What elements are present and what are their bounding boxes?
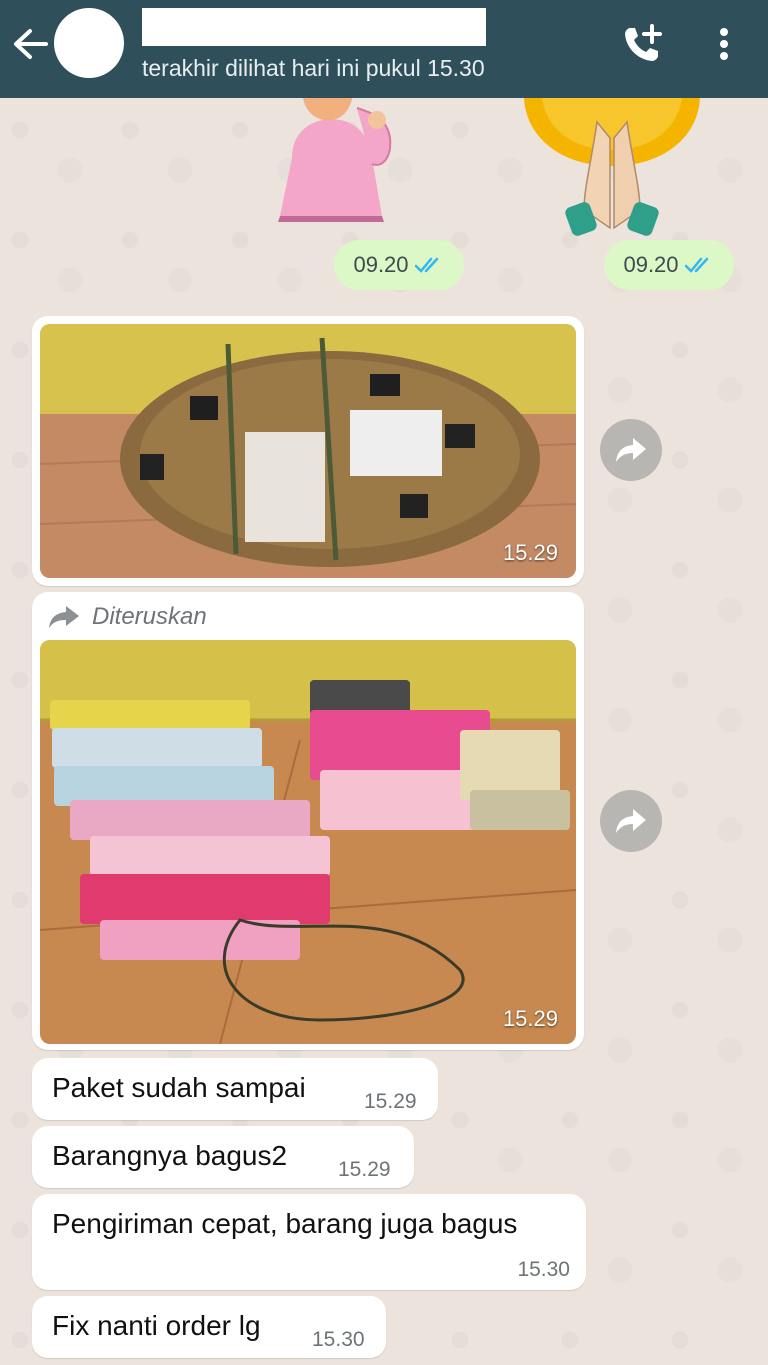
wrapped-package-image <box>40 324 576 578</box>
clothes-photo[interactable]: 15.29 <box>40 640 576 1044</box>
message-time: 15.30 <box>312 1328 365 1351</box>
message-time: 15.29 <box>338 1158 391 1181</box>
message-text: Fix nanti order lg <box>52 1310 261 1341</box>
add-call-icon <box>625 24 662 61</box>
text-message[interactable]: Barangnya bagus2 15.29 <box>32 1126 414 1188</box>
girl-hijab-sticker[interactable] <box>262 98 412 222</box>
message-text: Barangnya bagus2 <box>52 1140 288 1171</box>
back-arrow-icon <box>14 29 48 59</box>
message-time: 15.29 <box>364 1090 417 1113</box>
praying-emoji-sticker[interactable] <box>522 98 702 240</box>
text-message[interactable]: Pengiriman cepat, barang juga bagus 15.3… <box>32 1194 586 1290</box>
message-time: 09.20 <box>353 252 409 277</box>
double-check-icon <box>684 257 708 273</box>
forward-icon <box>49 606 79 628</box>
forward-button[interactable] <box>600 790 662 852</box>
message-time: 09.20 <box>623 252 679 277</box>
menu-button[interactable] <box>706 20 742 68</box>
message-time: 15.29 <box>502 540 558 565</box>
double-check-icon <box>414 257 438 273</box>
package-photo[interactable]: 15.29 <box>40 324 576 578</box>
forwarded-label: Diteruskan <box>92 603 207 630</box>
back-button[interactable] <box>10 26 50 62</box>
contact-avatar[interactable] <box>54 8 124 78</box>
forwarded-indicator: Diteruskan <box>48 602 207 632</box>
sticker-1-status: 09.20 <box>334 240 464 290</box>
last-seen-status: terakhir dilihat hari ini pukul 15.30 <box>142 55 485 81</box>
forward-icon <box>616 438 646 462</box>
forward-icon <box>616 809 646 833</box>
forward-button[interactable] <box>600 419 662 481</box>
photo-message-clothes[interactable]: Diteruskan 15.29 <box>32 592 584 1050</box>
more-vert-icon <box>720 28 728 60</box>
chat-header: terakhir dilihat hari ini pukul 15.30 <box>0 0 768 98</box>
clothes-stack-image <box>40 640 576 1044</box>
sticker-2-status: 09.20 <box>604 240 734 290</box>
add-call-button[interactable] <box>618 20 666 68</box>
text-message[interactable]: Paket sudah sampai 15.29 <box>32 1058 438 1120</box>
message-time: 15.30 <box>517 1258 570 1281</box>
photo-message-package[interactable]: 15.29 <box>32 316 584 586</box>
message-time: 15.29 <box>502 1006 558 1031</box>
message-text: Pengiriman cepat, barang juga bagus <box>52 1208 518 1239</box>
message-text: Paket sudah sampai <box>52 1072 306 1103</box>
contact-name[interactable] <box>142 8 486 46</box>
text-message[interactable]: Fix nanti order lg 15.30 <box>32 1296 386 1358</box>
